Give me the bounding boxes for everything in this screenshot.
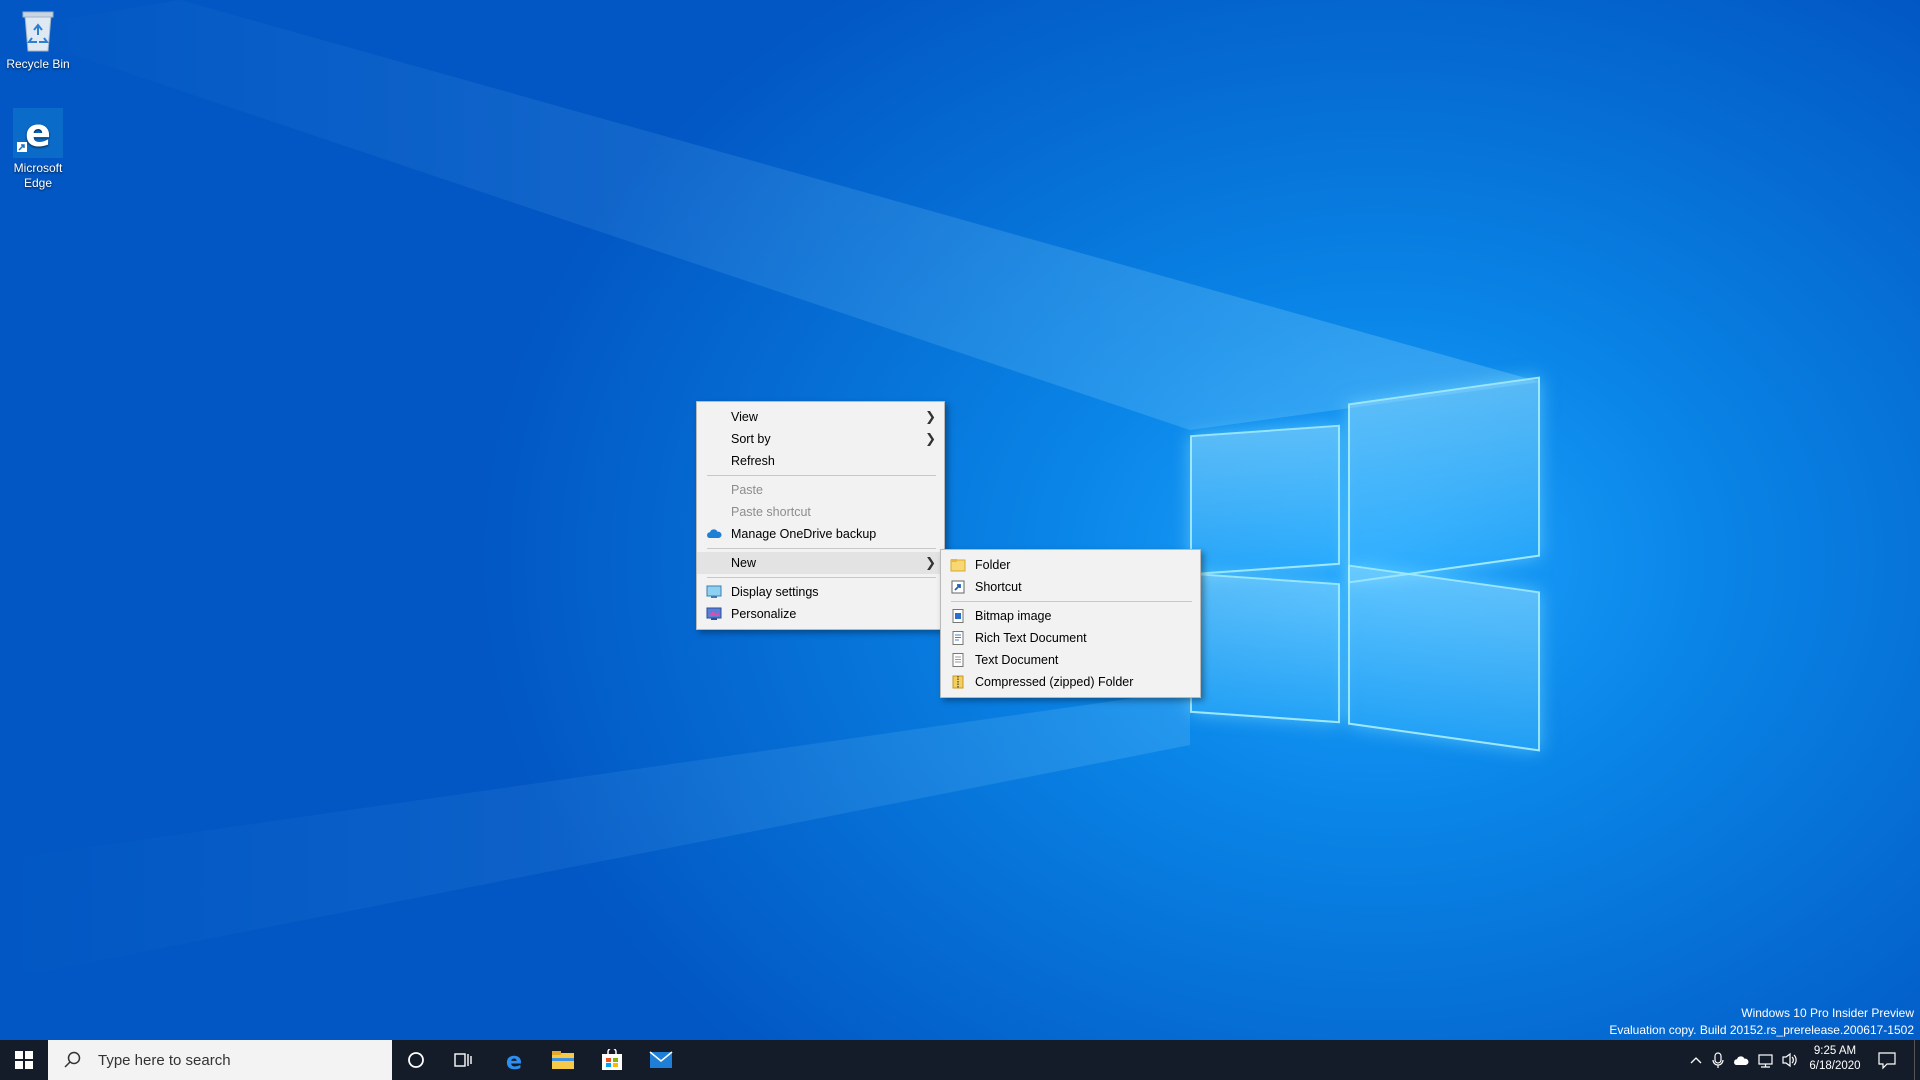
start-button[interactable]: [0, 1040, 48, 1080]
menu-item-label: Paste shortcut: [731, 505, 811, 519]
menu-item-sort-by[interactable]: Sort by ❯: [697, 428, 944, 450]
personalize-icon: [706, 607, 722, 620]
menu-item-label: Rich Text Document: [975, 631, 1087, 645]
menu-item-label: Text Document: [975, 653, 1059, 667]
menu-item-label: Paste: [731, 483, 763, 497]
menu-item-view[interactable]: View ❯: [697, 406, 944, 428]
shortcut-icon: [951, 580, 965, 594]
menu-separator: [707, 548, 936, 549]
cortana-button[interactable]: [392, 1040, 440, 1080]
taskbar-file-explorer-button[interactable]: [539, 1040, 587, 1080]
search-placeholder: Type here to search: [98, 1051, 231, 1069]
task-view-icon: [454, 1053, 472, 1067]
menu-item-display-settings[interactable]: Display settings: [697, 581, 944, 603]
menu-item-label: Display settings: [731, 585, 819, 599]
recycle-bin-icon: [22, 11, 54, 52]
new-submenu: Folder Shortcut Bitmap image Rich Text D…: [940, 549, 1201, 698]
submenu-item-bitmap-image[interactable]: Bitmap image: [941, 605, 1200, 627]
edge-icon: e: [13, 108, 63, 158]
menu-item-new[interactable]: New ❯: [697, 552, 944, 574]
menu-item-label: New: [731, 556, 757, 570]
taskbar-edge-button[interactable]: e: [490, 1040, 538, 1080]
chevron-right-icon: ❯: [925, 431, 936, 446]
mail-icon: [649, 1051, 673, 1068]
desktop-icon-microsoft-edge[interactable]: e Microsoft Edge: [0, 108, 76, 191]
menu-item-refresh[interactable]: Refresh: [697, 450, 944, 472]
file-explorer-icon: [552, 1051, 574, 1069]
zip-folder-icon: [952, 675, 964, 689]
desktop-icon-recycle-bin[interactable]: Recycle Bin: [0, 6, 76, 72]
chevron-right-icon: ❯: [925, 555, 936, 570]
desktop-icon-label: Microsoft Edge: [13, 161, 63, 190]
watermark-line-2: Evaluation copy. Build 20152.rs_prerelea…: [1609, 1023, 1914, 1037]
windows-start-icon: [15, 1051, 33, 1069]
volume-icon[interactable]: [1780, 1040, 1800, 1080]
desktop-icon-label: Recycle Bin: [6, 57, 70, 71]
network-icon[interactable]: [1756, 1040, 1776, 1080]
menu-separator: [707, 577, 936, 578]
edge-icon: e: [506, 1048, 522, 1072]
menu-item-label: Sort by: [731, 432, 771, 446]
wallpaper-light-beams: [0, 0, 1540, 980]
cortana-icon: [408, 1052, 424, 1068]
chevron-right-icon: ❯: [925, 409, 936, 424]
menu-separator: [951, 601, 1192, 602]
clock-date: 6/18/2020: [1809, 1060, 1861, 1072]
submenu-item-folder[interactable]: Folder: [941, 554, 1200, 576]
svg-text:e: e: [25, 111, 51, 155]
store-icon: [602, 1049, 622, 1070]
menu-item-paste-shortcut[interactable]: Paste shortcut: [697, 501, 944, 523]
onedrive-icon: [707, 529, 722, 538]
onedrive-tray-icon[interactable]: [1732, 1040, 1752, 1080]
taskbar: Type here to search e 9:25 AM 6/18/2020: [0, 1040, 1920, 1080]
microphone-icon[interactable]: [1710, 1040, 1726, 1080]
menu-item-label: Shortcut: [975, 580, 1022, 594]
bitmap-icon: [952, 609, 964, 623]
menu-item-label: View: [731, 410, 758, 424]
clock-time: 9:25 AM: [1813, 1045, 1857, 1057]
taskbar-mail-button[interactable]: [637, 1040, 685, 1080]
display-icon: [706, 585, 722, 598]
submenu-item-text-document[interactable]: Text Document: [941, 649, 1200, 671]
menu-item-personalize[interactable]: Personalize: [697, 603, 944, 625]
menu-item-label: Folder: [975, 558, 1011, 572]
menu-item-label: Manage OneDrive backup: [731, 527, 877, 541]
folder-icon: [950, 559, 966, 572]
text-doc-icon: [952, 653, 964, 667]
menu-item-label: Personalize: [731, 607, 797, 621]
submenu-item-compressed-folder[interactable]: Compressed (zipped) Folder: [941, 671, 1200, 693]
svg-text:e: e: [506, 1048, 522, 1072]
menu-item-manage-onedrive-backup[interactable]: Manage OneDrive backup: [697, 523, 944, 545]
menu-item-label: Refresh: [731, 454, 775, 468]
rtf-icon: [952, 631, 964, 645]
menu-item-label: Bitmap image: [975, 609, 1052, 623]
taskbar-store-button[interactable]: [588, 1040, 636, 1080]
submenu-item-shortcut[interactable]: Shortcut: [941, 576, 1200, 598]
desktop-context-menu: View ❯ Sort by ❯ Refresh Paste Paste sho…: [696, 401, 945, 630]
up-chevron-icon[interactable]: [1688, 1040, 1704, 1080]
menu-item-paste[interactable]: Paste: [697, 479, 944, 501]
show-desktop-button[interactable]: [1914, 1040, 1920, 1080]
task-view-button[interactable]: [440, 1040, 488, 1080]
action-center-icon[interactable]: [1876, 1040, 1898, 1080]
submenu-item-rich-text-document[interactable]: Rich Text Document: [941, 627, 1200, 649]
windows-logo-wallpaper: [1190, 376, 1542, 752]
search-icon: [64, 1051, 81, 1068]
taskbar-search-box[interactable]: Type here to search: [48, 1040, 392, 1080]
watermark-line-1: Windows 10 Pro Insider Preview: [1741, 1006, 1914, 1020]
menu-separator: [707, 475, 936, 476]
menu-item-label: Compressed (zipped) Folder: [975, 675, 1134, 689]
build-watermark: Windows 10 Pro Insider Preview Evaluatio…: [1609, 1005, 1914, 1039]
taskbar-clock[interactable]: 9:25 AM 6/18/2020: [1802, 1044, 1868, 1074]
